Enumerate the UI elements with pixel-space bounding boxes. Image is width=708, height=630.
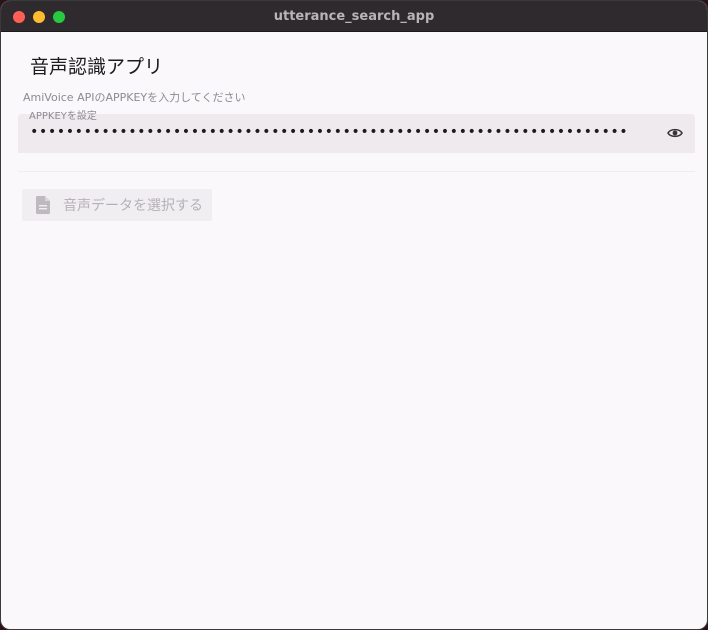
eye-icon[interactable] [667, 126, 683, 140]
divider [18, 171, 695, 172]
main-content: 音声認識アプリ AmiVoice APIのAPPKEYを入力してください •••… [1, 32, 707, 629]
app-window: utterance_search_app 音声認識アプリ AmiVoice AP… [0, 0, 708, 630]
title-bar: utterance_search_app [1, 1, 707, 32]
appkey-value[interactable]: ••••••••••••••••••••••••••••••••••••••••… [30, 124, 628, 140]
page-title: 音声認識アプリ [30, 56, 164, 78]
file-icon [36, 196, 50, 214]
appkey-hint: AmiVoice APIのAPPKEYを入力してください [23, 91, 246, 104]
select-audio-label: 音声データを選択する [63, 198, 203, 214]
appkey-field-label: APPKEYを設定 [29, 111, 97, 122]
select-audio-button[interactable]: 音声データを選択する [22, 189, 212, 221]
appkey-field[interactable]: ••••••••••••••••••••••••••••••••••••••••… [18, 114, 695, 153]
window-title: utterance_search_app [273, 9, 435, 24]
